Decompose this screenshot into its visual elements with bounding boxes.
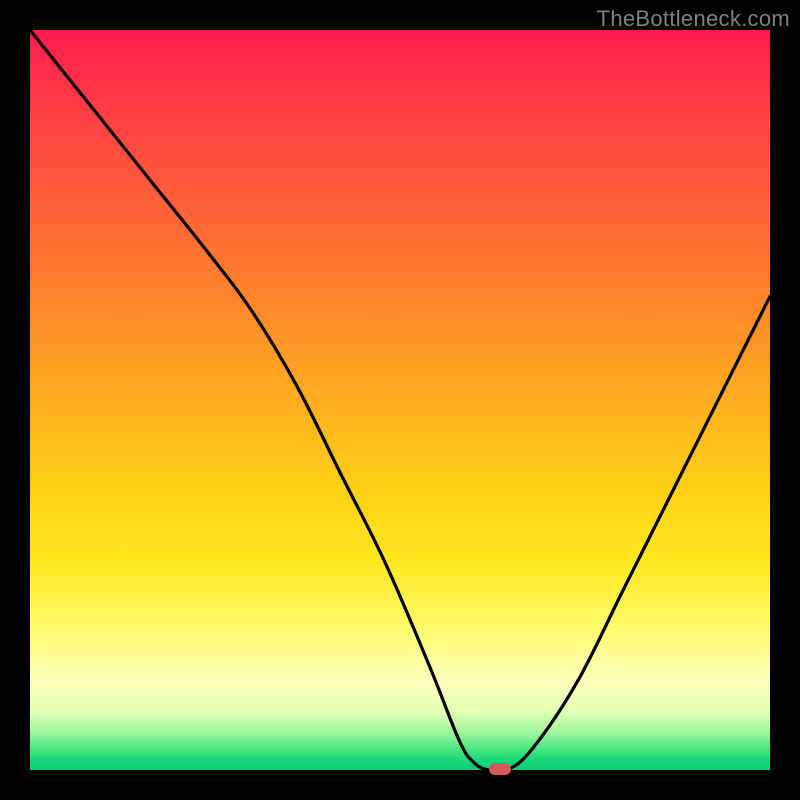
plot-area: [30, 30, 770, 770]
watermark-text: TheBottleneck.com: [597, 6, 790, 32]
optimal-point-marker: [489, 763, 511, 775]
bottleneck-curve: [30, 30, 770, 770]
curve-svg: [30, 30, 770, 770]
chart-frame: TheBottleneck.com: [0, 0, 800, 800]
